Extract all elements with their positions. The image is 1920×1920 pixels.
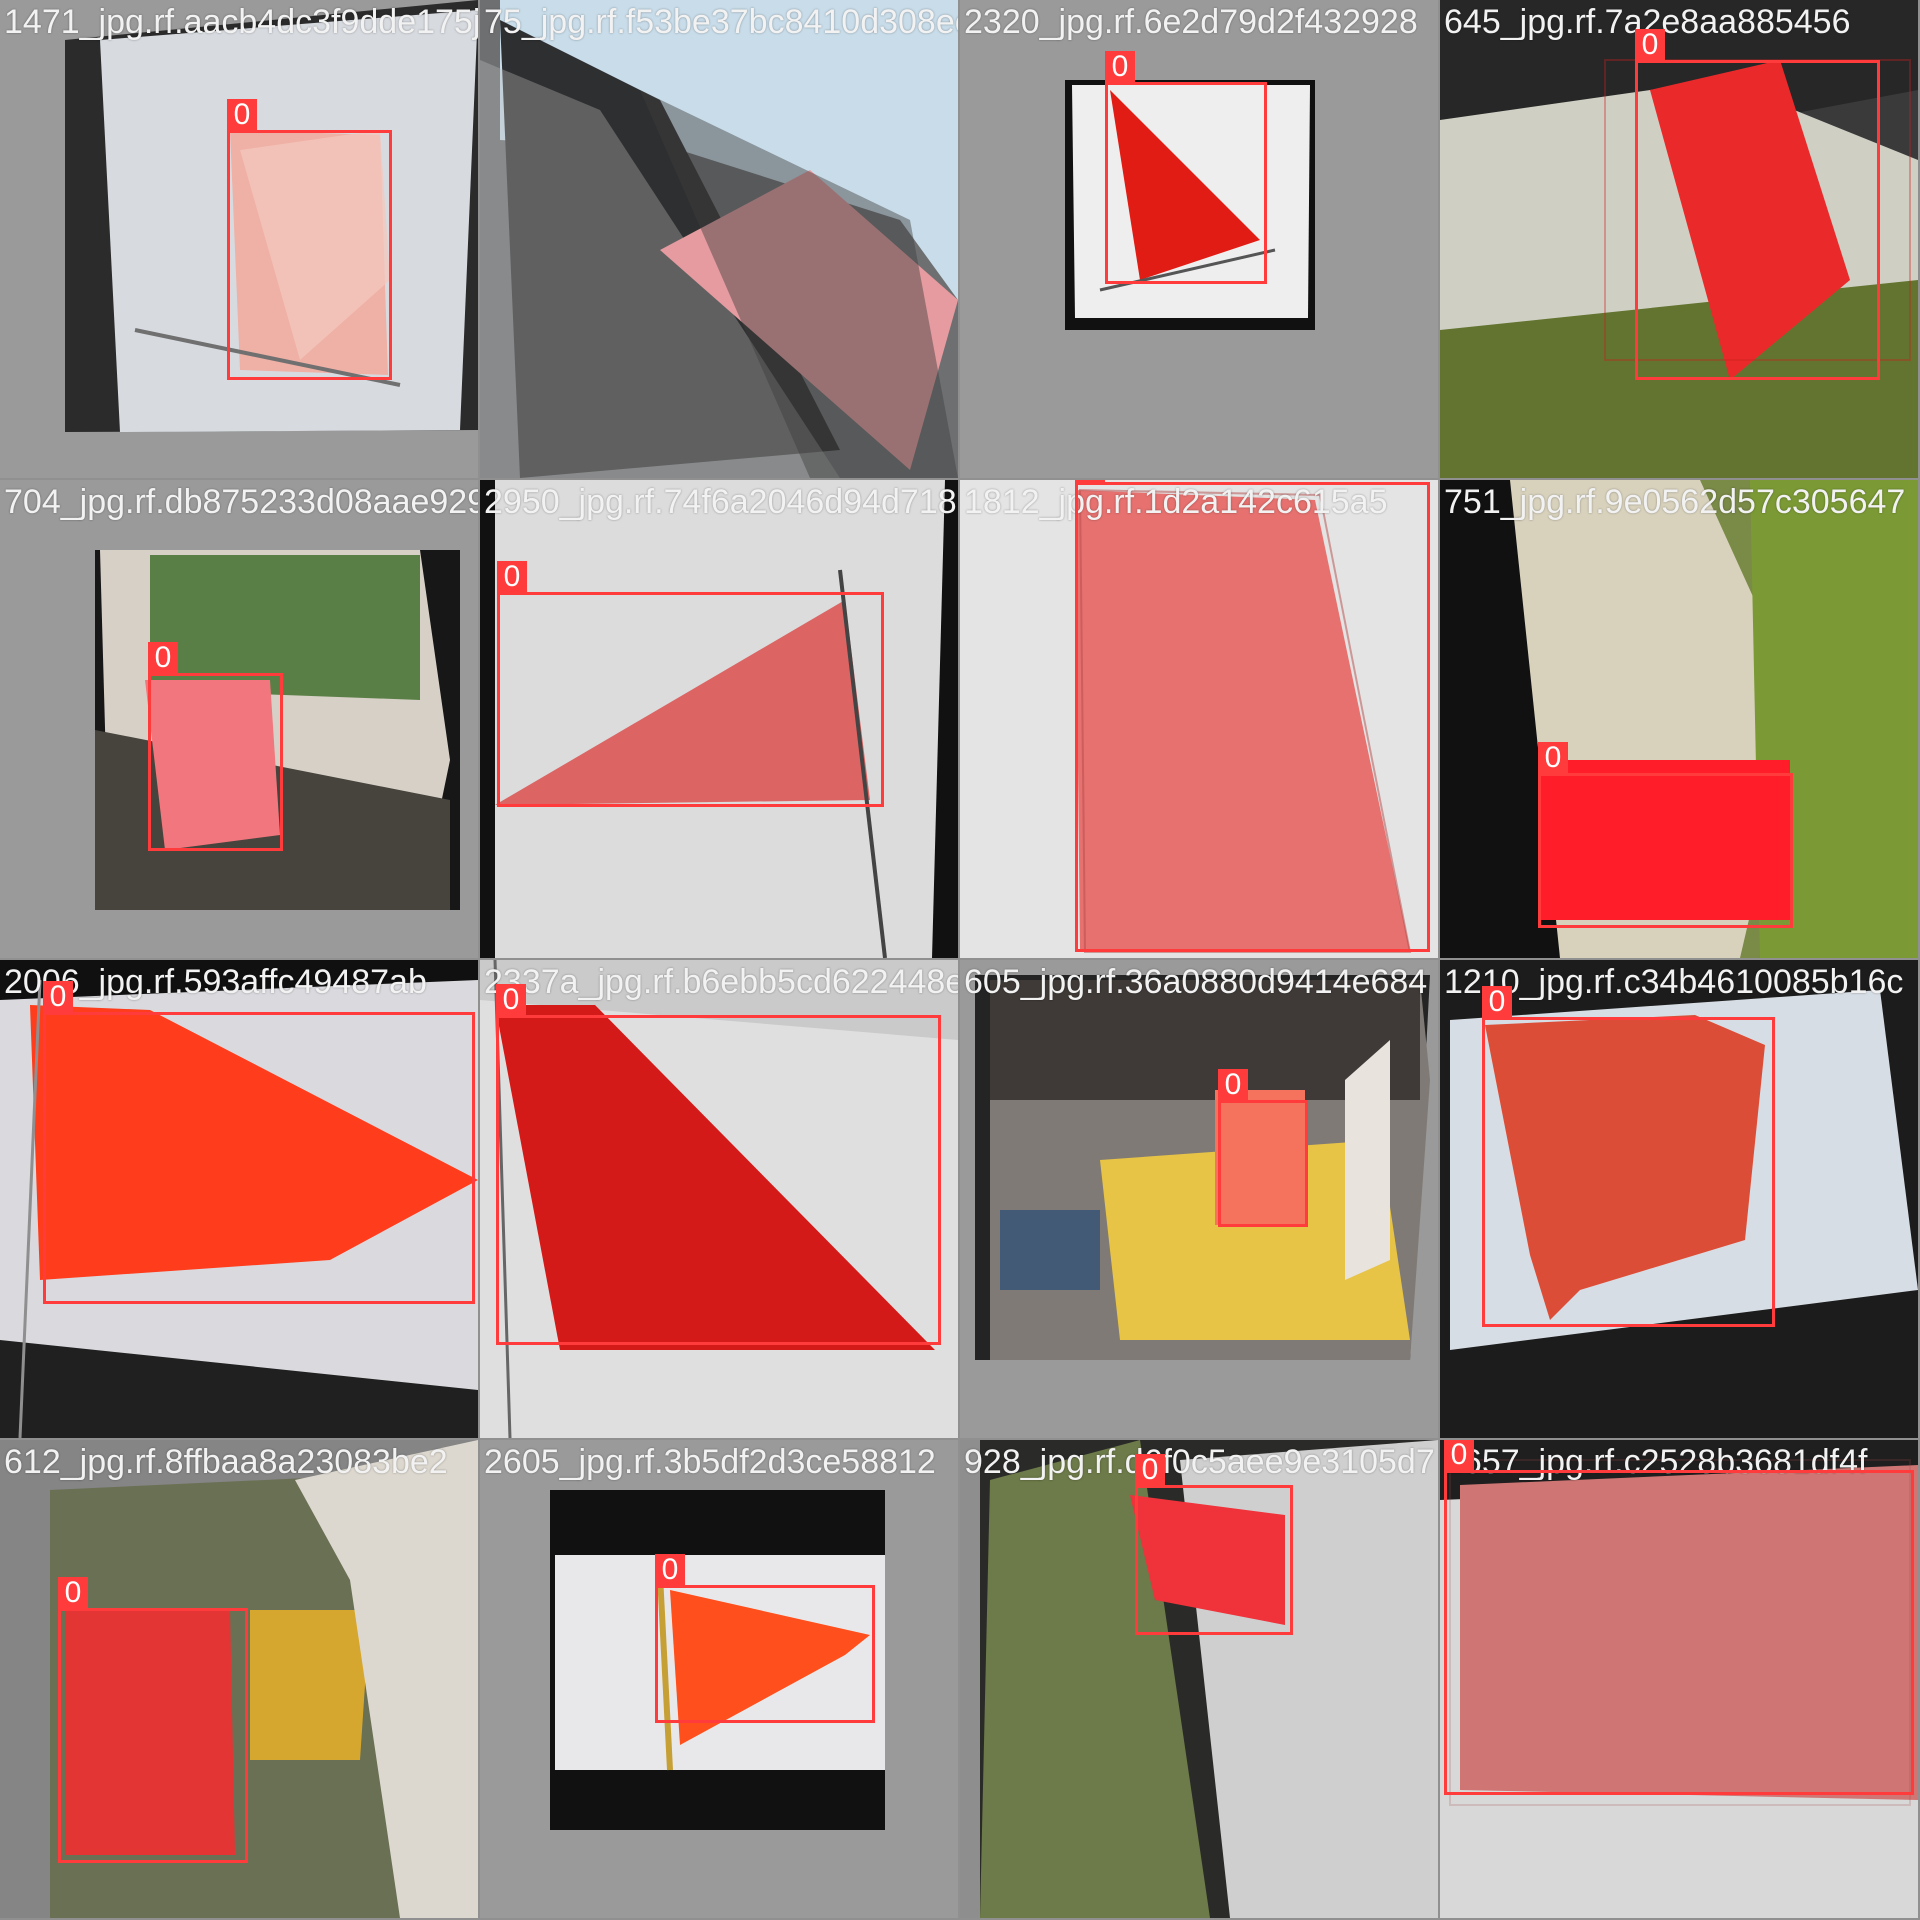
bbox-5[interactable]: 0 <box>148 642 283 851</box>
bbox-14[interactable]: 0 <box>655 1554 875 1723</box>
bbox-13-class-label: 0 <box>58 1577 88 1609</box>
tile-2-image <box>480 0 958 478</box>
bbox-1-class-label: 0 <box>227 99 257 131</box>
tile-2[interactable]: 75_jpg.rf.f53be37bc8410d308ec <box>480 0 958 478</box>
tile-12[interactable]: 1210_jpg.rf.c34b4610085b16c 0 <box>1440 960 1918 1438</box>
tile-3[interactable]: 2320_jpg.rf.6e2d79d2f432928 0 <box>960 0 1438 478</box>
bbox-16[interactable]: 0 <box>1444 1440 1914 1795</box>
bbox-10[interactable]: 0 <box>496 984 941 1345</box>
bbox-8-class-label: 0 <box>1538 742 1568 774</box>
tile-5[interactable]: 704_jpg.rf.db875233d08aae92950jpg.rf.f7d… <box>0 480 478 958</box>
tile-11-image <box>960 960 1438 1438</box>
bbox-1[interactable]: 0 <box>227 99 392 380</box>
tile-16[interactable]: 1657_jpg.rf.c2528b3681df4f 0 <box>1440 1440 1918 1918</box>
bbox-4[interactable]: 0 <box>1635 29 1880 380</box>
tile-8[interactable]: 751_jpg.rf.9e0562d57c305647 0 <box>1440 480 1918 958</box>
bbox-10-class-label: 0 <box>496 984 526 1016</box>
mosaic-grid: 1471_jpg.rf.aacb4dc3f9dde175jpg.rf53bce3… <box>0 0 1920 1920</box>
tile-4[interactable]: 645_jpg.rf.7a2e8aa885456 0 <box>1440 0 1918 478</box>
bbox-12-class-label: 0 <box>1482 986 1512 1018</box>
tile-15[interactable]: 928_jpg.rf.d6f0c5aee9e3105d7 0 <box>960 1440 1438 1918</box>
bbox-3-class-label: 0 <box>1105 51 1135 83</box>
bbox-5-class-label: 0 <box>148 642 178 674</box>
bbox-14-class-label: 0 <box>655 1554 685 1586</box>
bbox-16-class-label: 0 <box>1444 1440 1474 1471</box>
bbox-9-class-label: 0 <box>43 981 73 1013</box>
bbox-4-class-label: 0 <box>1635 29 1665 61</box>
bbox-9[interactable]: 0 <box>43 981 475 1304</box>
bbox-6-class-label: 0 <box>497 561 527 593</box>
bbox-7-class-label: 0 <box>1075 480 1105 483</box>
bbox-11[interactable]: 0 <box>1218 1069 1308 1227</box>
tile-10[interactable]: 2337a_jpg.rf.b6ebb5cd622448e 0 <box>480 960 958 1438</box>
tile-6[interactable]: 2950_jpg.rf.74f6a2046d94d718 0 <box>480 480 958 958</box>
tile-14[interactable]: 2605_jpg.rf.3b5df2d3ce58812 0 <box>480 1440 958 1918</box>
bbox-11-class-label: 0 <box>1218 1069 1248 1101</box>
tile-7[interactable]: 1812_jpg.rf.1d2a142c615a5 0 <box>960 480 1438 958</box>
bbox-15-class-label: 0 <box>1135 1454 1165 1486</box>
tile-9[interactable]: 2006_jpg.rf.593affc49487ab 0 <box>0 960 478 1438</box>
bbox-8[interactable]: 0 <box>1538 742 1793 928</box>
bbox-3[interactable]: 0 <box>1105 51 1267 284</box>
bbox-13[interactable]: 0 <box>58 1577 248 1863</box>
tile-1[interactable]: 1471_jpg.rf.aacb4dc3f9dde175jpg.rf53bce3… <box>0 0 478 478</box>
bbox-12[interactable]: 0 <box>1482 986 1775 1327</box>
tile-11[interactable]: 605_jpg.rf.36a0880d9414e684 0 <box>960 960 1438 1438</box>
bbox-6[interactable]: 0 <box>497 561 884 807</box>
bbox-15[interactable]: 0 <box>1135 1454 1293 1635</box>
tile-13[interactable]: 612_jpg.rf.8ffbaa8a23083be2 0 <box>0 1440 478 1918</box>
bbox-7[interactable]: 0 <box>1075 480 1430 952</box>
